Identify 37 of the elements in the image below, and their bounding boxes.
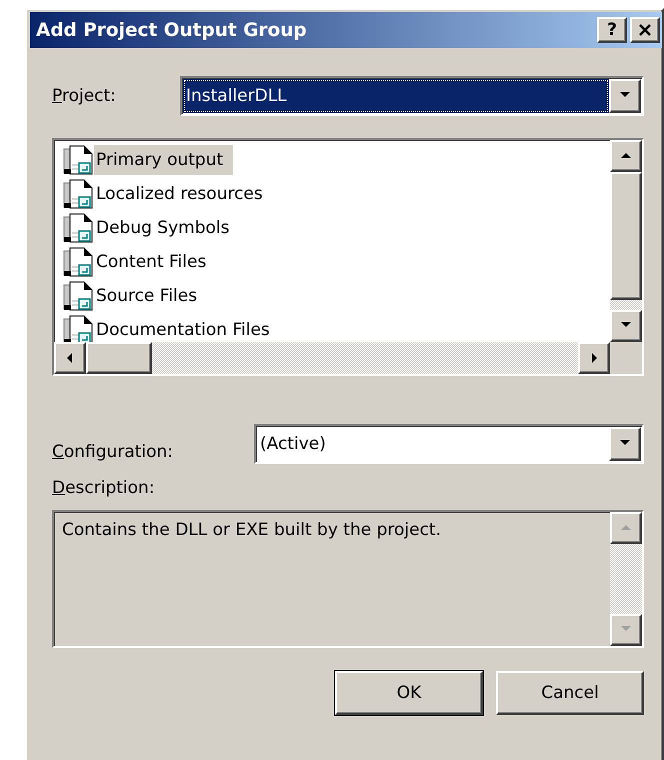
window-title: Add Project Output Group	[36, 20, 308, 40]
scroll-up-button[interactable]	[610, 512, 642, 544]
ok-button[interactable]: OK	[335, 671, 483, 715]
list-item[interactable]: Primary output	[94, 145, 234, 175]
scroll-down-button[interactable]	[610, 614, 642, 646]
close-icon	[638, 24, 652, 36]
description-label: Description:	[52, 478, 156, 498]
scroll-thumb[interactable]	[86, 342, 152, 374]
cancel-button[interactable]: Cancel	[496, 671, 644, 715]
scroll-thumb[interactable]	[610, 172, 642, 300]
scroll-right-button[interactable]	[578, 342, 610, 374]
scroll-down-button[interactable]	[610, 310, 642, 342]
document-stack-icon	[62, 281, 94, 311]
dropdown-arrow-button[interactable]	[609, 427, 641, 461]
horizontal-scrollbar[interactable]	[54, 342, 610, 374]
project-dropdown[interactable]: InstallerDLL	[180, 76, 644, 116]
document-stack-icon	[62, 145, 94, 175]
list-item[interactable]: Debug Symbols	[94, 213, 240, 243]
scroll-up-button[interactable]	[610, 140, 642, 172]
document-stack-icon	[62, 247, 94, 277]
project-label: Project:	[52, 86, 117, 106]
scrollbar-corner	[610, 342, 642, 374]
help-button[interactable]: ?	[597, 17, 627, 43]
document-stack-icon	[62, 213, 94, 243]
description-text: Contains the DLL or EXE built by the project.	[61, 519, 442, 542]
configuration-label: Configuration:	[52, 441, 174, 462]
list-item[interactable]: Localized resources	[94, 179, 273, 209]
list-item[interactable]: Content Files	[94, 247, 216, 277]
scroll-left-button[interactable]	[54, 342, 86, 374]
close-button[interactable]	[630, 17, 660, 43]
dropdown-arrow-button[interactable]	[609, 79, 641, 113]
configuration-dropdown[interactable]: (Active)	[254, 424, 644, 464]
document-stack-icon	[62, 315, 94, 342]
list-item[interactable]: Documentation Files	[94, 315, 280, 342]
vertical-scrollbar[interactable]	[610, 140, 642, 342]
document-stack-icon	[62, 179, 94, 209]
list-item[interactable]: Source Files	[94, 281, 208, 311]
